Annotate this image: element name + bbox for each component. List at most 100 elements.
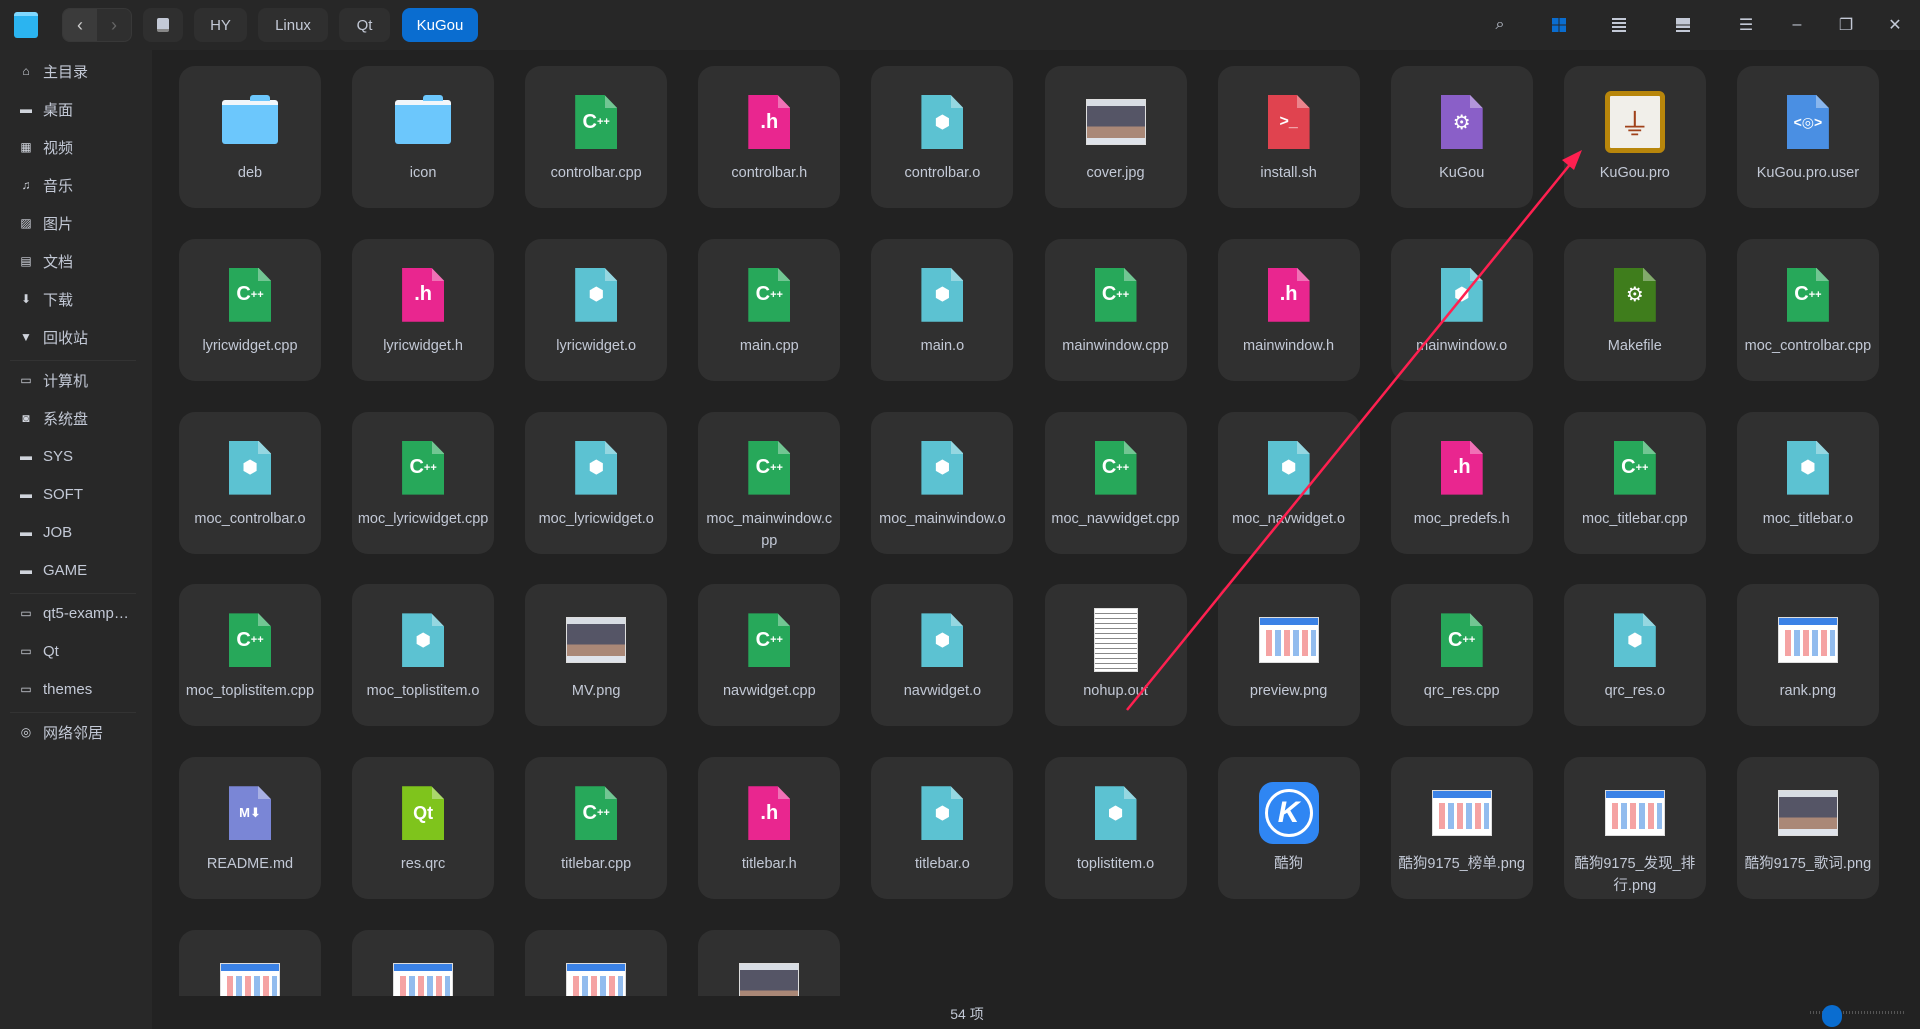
file-item[interactable]: ⬢ toplistitem.o: [1044, 757, 1187, 900]
file-item[interactable]: [179, 930, 321, 996]
minimize-icon[interactable]: –: [1785, 13, 1809, 37]
file-item[interactable]: <◎> KuGou.pro.user: [1736, 66, 1879, 208]
file-item[interactable]: ⬢ moc_controlbar.o: [179, 411, 321, 554]
close-icon[interactable]: ✕: [1883, 13, 1907, 37]
sidebar-item[interactable]: ◙ 系统盘: [0, 401, 152, 435]
breadcrumb-disk-button[interactable]: [143, 8, 183, 42]
qt-project-icon: ⏚: [1604, 91, 1665, 153]
file-item[interactable]: ⏚ KuGou.pro: [1563, 66, 1706, 208]
file-item[interactable]: .h mainwindow.h: [1217, 238, 1360, 381]
sidebar-item[interactable]: ▭ 计算机: [0, 363, 152, 397]
file-item[interactable]: ⬢ moc_titlebar.o: [1736, 411, 1879, 554]
list-view-icon[interactable]: [1607, 13, 1631, 37]
file-item[interactable]: C ++ moc_controlbar.cpp: [1736, 238, 1879, 381]
file-item[interactable]: C ++ lyricwidget.cpp: [179, 238, 321, 381]
file-item[interactable]: [525, 930, 668, 996]
sidebar-item[interactable]: ▬ GAME: [0, 553, 152, 587]
file-item[interactable]: ⬢ navwidget.o: [871, 584, 1014, 727]
file-item[interactable]: ⬢ moc_navwidget.o: [1217, 411, 1360, 554]
computer-icon: ▭: [20, 373, 32, 387]
maximize-icon[interactable]: ❐: [1834, 13, 1858, 37]
breadcrumb-linux[interactable]: Linux: [258, 8, 328, 42]
file-item[interactable]: icon: [352, 66, 495, 208]
file-icon-wrap: C ++: [1086, 438, 1146, 498]
search-icon[interactable]: ⌕: [1488, 13, 1512, 37]
file-item[interactable]: .h lyricwidget.h: [352, 238, 495, 381]
file-item[interactable]: C ++ moc_navwidget.cpp: [1044, 411, 1187, 554]
file-item[interactable]: C ++ moc_lyricwidget.cpp: [352, 411, 495, 554]
file-item[interactable]: C ++ mainwindow.cpp: [1044, 238, 1187, 381]
file-item[interactable]: [352, 930, 495, 996]
sidebar-item[interactable]: ♫ 音乐: [0, 168, 152, 202]
file-item[interactable]: ⬢ titlebar.o: [871, 757, 1014, 900]
file-item[interactable]: C ++ qrc_res.cpp: [1390, 584, 1533, 727]
file-item[interactable]: preview.png: [1217, 584, 1360, 727]
file-item[interactable]: C ++ moc_toplistitem.cpp: [179, 584, 321, 727]
file-item[interactable]: Qt res.qrc: [352, 757, 495, 900]
file-item[interactable]: 酷狗9175_发现_排行.png: [1563, 757, 1706, 900]
file-name: navwidget.cpp: [722, 683, 816, 700]
object-file-icon: ⬢: [1440, 267, 1483, 322]
breadcrumb-qt[interactable]: Qt: [339, 8, 390, 42]
sidebar-item[interactable]: ▬ SYS: [0, 439, 152, 473]
object-file-icon: ⬢: [921, 95, 964, 149]
back-button[interactable]: ‹: [63, 9, 97, 41]
sidebar-item[interactable]: ▦ 视频: [0, 130, 152, 164]
breadcrumb-hy[interactable]: HY: [194, 8, 247, 42]
sidebar-item[interactable]: ▬ 桌面: [0, 92, 152, 126]
file-item[interactable]: K 酷狗: [1217, 757, 1360, 900]
file-item[interactable]: ⬢ qrc_res.o: [1563, 584, 1706, 727]
file-item[interactable]: [698, 930, 841, 996]
sidebar-item[interactable]: ▨ 图片: [0, 206, 152, 240]
file-item[interactable]: ⬢ moc_toplistitem.o: [352, 584, 495, 727]
sidebar-item[interactable]: ▼ 回收站: [0, 320, 152, 354]
file-item[interactable]: >_ install.sh: [1217, 66, 1360, 208]
slider-handle[interactable]: [1822, 1005, 1843, 1027]
file-item[interactable]: ⬢ lyricwidget.o: [525, 238, 668, 381]
file-item[interactable]: .h controlbar.h: [698, 66, 841, 208]
file-item[interactable]: ⬢ controlbar.o: [871, 66, 1014, 208]
extend-view-icon[interactable]: [1671, 13, 1695, 37]
file-item[interactable]: 酷狗9175_榜单.png: [1390, 757, 1533, 900]
file-item[interactable]: C ++ main.cpp: [698, 238, 841, 381]
sidebar-item[interactable]: ▬ JOB: [0, 515, 152, 549]
file-item[interactable]: C ++ controlbar.cpp: [525, 66, 668, 208]
sidebar-item[interactable]: ⬇ 下载: [0, 282, 152, 316]
file-icon-wrap: ⬢: [393, 610, 453, 670]
file-item[interactable]: C ++ moc_titlebar.cpp: [1563, 411, 1706, 554]
file-item[interactable]: ⬢ mainwindow.o: [1390, 238, 1533, 381]
sidebar-item[interactable]: ⌂ 主目录: [0, 54, 152, 88]
file-item[interactable]: ⚙ Makefile: [1563, 238, 1706, 381]
sidebar-item[interactable]: ▭ qt5-examp…: [0, 596, 152, 630]
icon-view-icon[interactable]: [1547, 13, 1571, 37]
sidebar-item[interactable]: ▭ Qt: [0, 634, 152, 668]
sidebar-item[interactable]: ▤ 文档: [0, 244, 152, 278]
breadcrumb-kugou[interactable]: KuGou: [402, 8, 478, 42]
file-item[interactable]: C ++ navwidget.cpp: [698, 584, 841, 727]
file-item[interactable]: C ++ moc_mainwindow.cpp: [698, 411, 841, 554]
disk-icon: [157, 18, 169, 32]
file-item[interactable]: rank.png: [1736, 584, 1879, 727]
cpp-file-icon: C ++: [748, 613, 791, 668]
file-item[interactable]: cover.jpg: [1044, 66, 1187, 208]
file-item[interactable]: 酷狗9175_歌词.png: [1736, 757, 1879, 900]
sidebar-item[interactable]: ▬ SOFT: [0, 477, 152, 511]
file-item[interactable]: C ++ titlebar.cpp: [525, 757, 668, 900]
menu-icon[interactable]: ☰: [1734, 13, 1758, 37]
file-item[interactable]: ⬢ main.o: [871, 238, 1014, 381]
sidebar-item[interactable]: ◎ 网络邻居: [0, 715, 152, 749]
forward-button[interactable]: ›: [97, 9, 131, 41]
sidebar-item[interactable]: ▭ themes: [0, 672, 152, 706]
file-item[interactable]: .h titlebar.h: [698, 757, 841, 900]
file-item[interactable]: .h moc_predefs.h: [1390, 411, 1533, 554]
file-item[interactable]: ⬢ moc_lyricwidget.o: [525, 411, 668, 554]
file-item[interactable]: M⬇ README.md: [179, 757, 321, 900]
file-item[interactable]: MV.png: [525, 584, 668, 727]
sidebar-item-label: 音乐: [43, 177, 74, 195]
object-file-icon: ⬢: [921, 267, 964, 322]
file-item[interactable]: ⬢ moc_mainwindow.o: [871, 411, 1014, 554]
file-item[interactable]: ⚙ KuGou: [1390, 66, 1533, 208]
file-item[interactable]: nohup.out: [1044, 584, 1187, 727]
icon-size-slider[interactable]: [1810, 1005, 1904, 1027]
file-item[interactable]: deb: [179, 66, 321, 208]
